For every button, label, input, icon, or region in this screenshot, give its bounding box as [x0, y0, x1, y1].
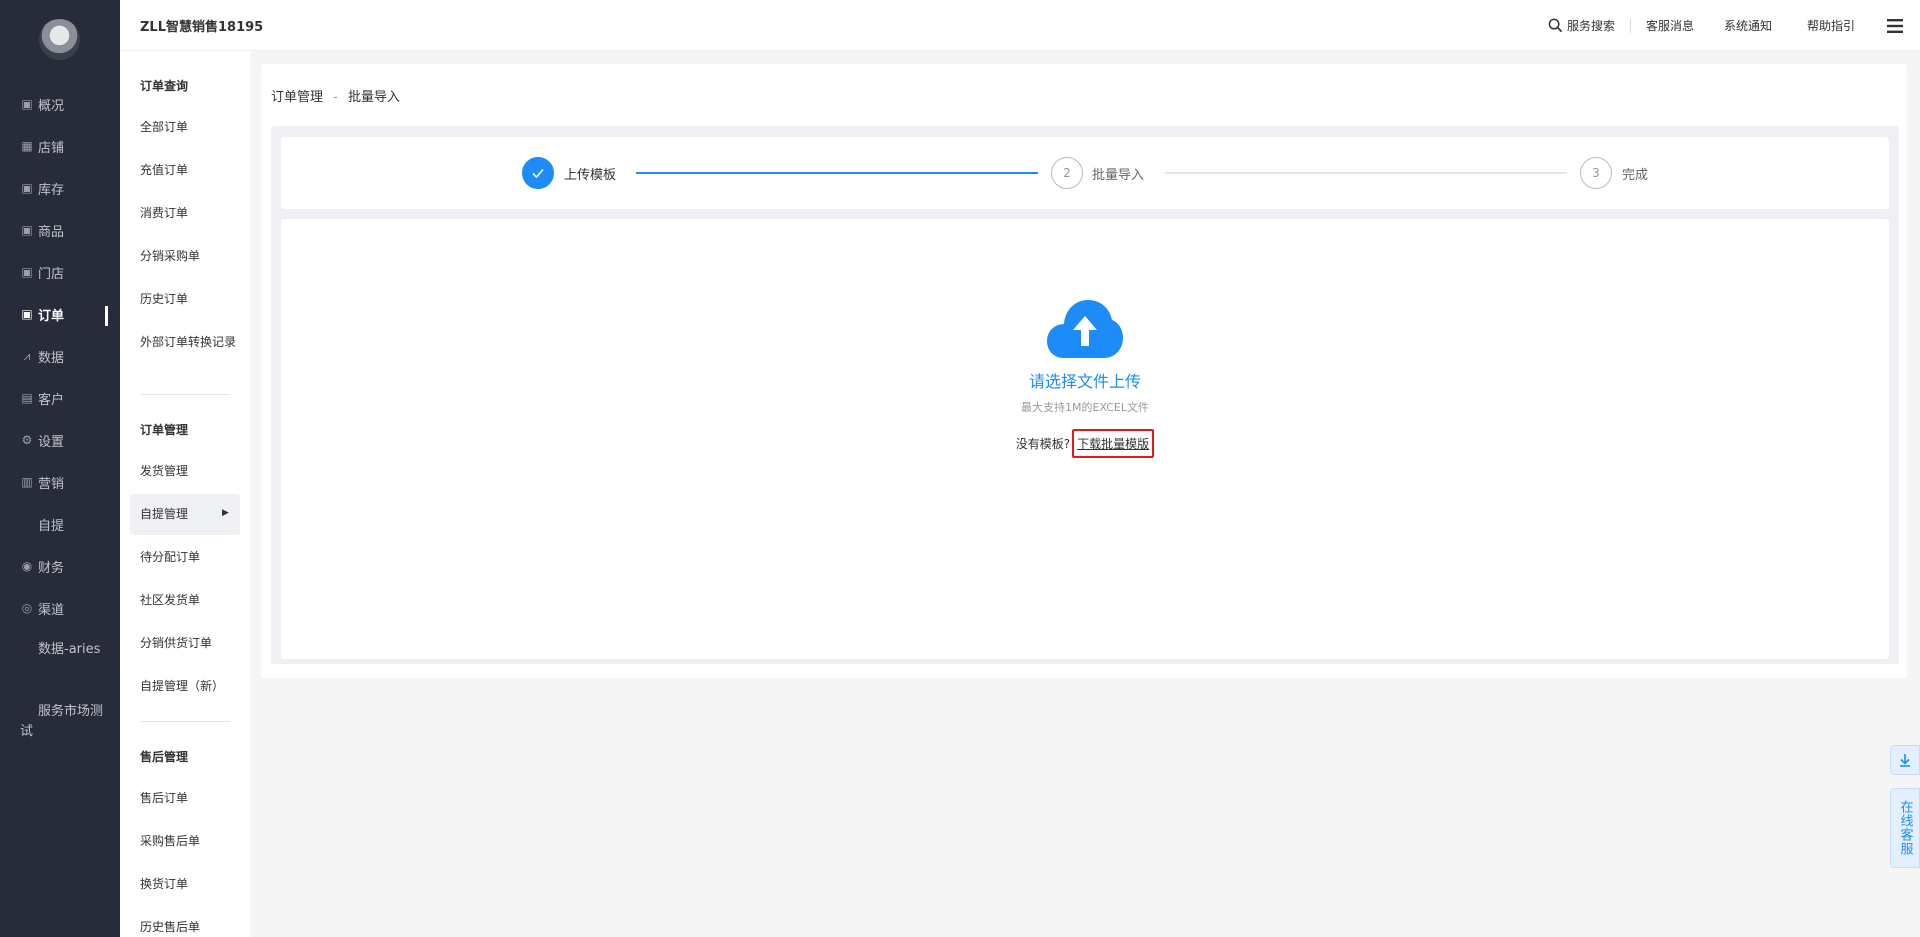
sub-item-aftersale-orders[interactable]: 售后订单: [140, 790, 245, 807]
box-icon: ▣: [21, 307, 33, 321]
check-icon: [532, 168, 544, 179]
box-icon: ▣: [21, 223, 33, 237]
download-icon: [1900, 754, 1910, 767]
system-notice-link[interactable]: 系统通知: [1709, 17, 1787, 34]
nav-item-finance[interactable]: ◉ 财务: [0, 551, 120, 581]
nav-item-goods[interactable]: ▣ 商品: [0, 215, 120, 245]
avatar[interactable]: [39, 19, 80, 60]
top-bar: ZLL智慧销售18195 服务搜索 客服消息 系统通知 帮助指引: [120, 0, 1920, 51]
sub-item-exchange-orders[interactable]: 换货订单: [140, 876, 245, 893]
box-icon: ▣: [21, 181, 33, 195]
breadcrumb: 订单管理 - 批量导入: [271, 86, 400, 105]
sub-item-pickup-manage-new[interactable]: 自提管理（新）: [140, 678, 245, 695]
download-float-button[interactable]: [1890, 745, 1920, 775]
customer-message-link[interactable]: 客服消息: [1631, 17, 1709, 34]
sub-item-pickup-manage[interactable]: 自提管理: [140, 506, 245, 523]
step-2-label: 批量导入: [1092, 168, 1145, 183]
sub-item-pending-assign[interactable]: 待分配订单: [140, 549, 245, 566]
sub-item-purchase-aftersale[interactable]: 采购售后单: [140, 833, 245, 850]
menu-button[interactable]: [1870, 18, 1920, 34]
main-content: 订单管理 - 批量导入 上传模板 2 批量导入 3 完成 请选择文件上传 最大支…: [261, 64, 1907, 678]
sub-item-recharge-orders[interactable]: 充值订单: [140, 162, 245, 179]
main-sidebar: ▣ 概况 ▦ 店铺 ▣ 库存 ▣ 商品 ▣ 门店 ▣ 订单 ⩘ 数据 ▤ 客户 ⚙ 设置 ▥ 营销 …: [0, 0, 120, 937]
sub-item-history-orders[interactable]: 历史订单: [140, 291, 245, 308]
step-3-label: 完成: [1622, 168, 1649, 183]
sub-group-title-order-query: 订单查询: [140, 79, 189, 93]
step-1-label: 上传模板: [564, 168, 617, 183]
store-icon: ▦: [21, 139, 33, 153]
nav-item-data[interactable]: ⩘ 数据: [0, 341, 120, 371]
box-icon: ▣: [21, 97, 33, 111]
nav-item-customer[interactable]: ▤ 客户: [0, 383, 120, 413]
breadcrumb-parent[interactable]: 订单管理: [271, 90, 323, 105]
sub-item-all-orders[interactable]: 全部订单: [140, 119, 245, 136]
step-3-circle: 3: [1580, 157, 1612, 189]
sub-group-title-aftersale: 售后管理: [140, 750, 189, 764]
sub-item-history-aftersale[interactable]: 历史售后单: [140, 919, 245, 936]
nav-item-settings[interactable]: ⚙ 设置: [0, 425, 120, 455]
service-search-link[interactable]: 服务搜索: [1533, 17, 1630, 34]
card-icon: ▤: [21, 391, 33, 405]
search-icon: [1548, 18, 1563, 33]
nav-item-service-market[interactable]: 服务市场测试: [20, 702, 110, 742]
breadcrumb-separator: -: [333, 90, 338, 105]
active-indicator: [105, 306, 108, 326]
nav-item-inventory[interactable]: ▣ 库存: [0, 173, 120, 203]
nav-item-outlet[interactable]: ▣ 门店: [0, 257, 120, 287]
sub-item-distribution-purchase[interactable]: 分销采购单: [140, 248, 245, 265]
sub-divider: [140, 394, 230, 395]
sub-item-delivery-manage[interactable]: 发货管理: [140, 463, 245, 480]
hamburger-icon: [1887, 18, 1903, 33]
upload-area[interactable]: 请选择文件上传 最大支持1M的EXCEL文件 没有模板? 下载批量模版: [281, 219, 1889, 659]
nav-item-overview[interactable]: ▣ 概况: [0, 89, 120, 119]
download-template-link[interactable]: 下载批量模版: [1072, 429, 1155, 458]
gear-icon: ⚙: [21, 433, 33, 447]
help-link[interactable]: 帮助指引: [1787, 17, 1870, 34]
sub-divider: [140, 721, 230, 722]
sub-sidebar: 订单查询 全部订单 充值订单 消费订单 分销采购单 历史订单 外部订单转换记录 …: [120, 0, 250, 937]
nav-item-order[interactable]: ▣ 订单: [0, 299, 120, 329]
upload-title[interactable]: 请选择文件上传: [281, 368, 1889, 392]
nav-item-store[interactable]: ▦ 店铺: [0, 131, 120, 161]
upload-cloud-icon[interactable]: [1046, 298, 1124, 360]
coin-icon: ◉: [21, 559, 33, 573]
nav-item-channel[interactable]: ◎ 渠道: [0, 593, 120, 623]
blank-icon: [20, 517, 34, 531]
caret-right-icon: ▶: [222, 508, 229, 518]
steps-bar: 上传模板 2 批量导入 3 完成: [281, 137, 1889, 209]
no-template-text: 没有模板?: [1015, 437, 1071, 451]
no-template-row: 没有模板? 下载批量模版: [281, 429, 1889, 458]
step-line-2: [1165, 172, 1567, 174]
nav-item-marketing[interactable]: ▥ 营销: [0, 467, 120, 497]
sub-item-external-conversion[interactable]: 外部订单转换记录: [140, 334, 245, 351]
box-icon: ▣: [21, 265, 33, 279]
step-2-circle: 2: [1051, 157, 1083, 189]
upload-hint: 最大支持1M的EXCEL文件: [1021, 401, 1149, 414]
breadcrumb-current: 批量导入: [348, 90, 401, 105]
top-links: 服务搜索 客服消息 系统通知 帮助指引: [1533, 0, 1920, 51]
online-service-label: 在线客服: [1897, 800, 1913, 856]
nav-item-pickup[interactable]: 自提: [0, 509, 120, 539]
sub-item-distribution-supply[interactable]: 分销供货订单: [140, 635, 245, 652]
sub-group-title-order-manage: 订单管理: [140, 423, 189, 437]
online-service-button[interactable]: 在线客服: [1890, 788, 1920, 868]
step-1-circle: [522, 157, 554, 189]
nav-item-data-aries[interactable]: 数据-aries: [20, 640, 110, 660]
chat-icon: ◎: [21, 601, 33, 615]
sub-item-community-delivery[interactable]: 社区发货单: [140, 592, 245, 609]
bar-icon: ▥: [21, 475, 33, 489]
chart-icon: ⩘: [23, 349, 31, 363]
step-line-1: [636, 172, 1038, 174]
sub-item-consume-orders[interactable]: 消费订单: [140, 205, 245, 222]
shop-name: ZLL智慧销售18195: [140, 20, 264, 35]
